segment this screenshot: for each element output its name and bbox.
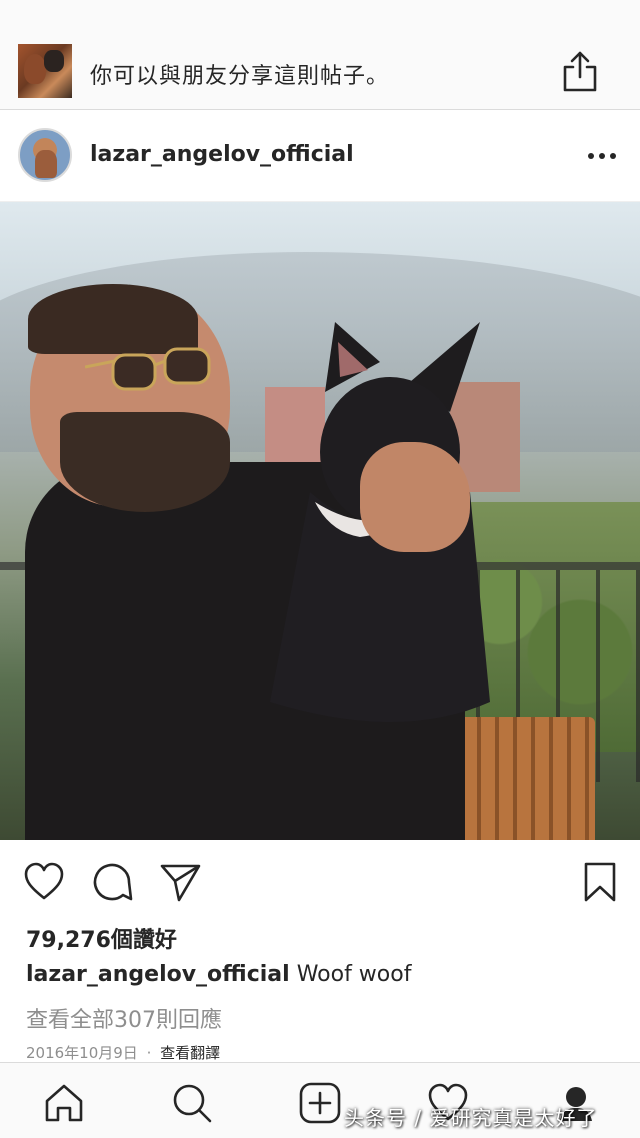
share-banner: 你可以與朋友分享這則帖子。 [0, 0, 640, 110]
post-date: 2016年10月9日 [26, 1044, 138, 1062]
home-icon[interactable] [42, 1081, 86, 1125]
search-icon[interactable] [170, 1081, 214, 1125]
view-all-comments-link[interactable]: 查看全部307則回應 [26, 1002, 222, 1034]
heart-icon[interactable] [22, 860, 66, 904]
post-caption: lazar_angelov_official Woof woof [26, 962, 411, 987]
post-meta: 2016年10月9日 · 查看翻譯 [26, 1042, 220, 1063]
post-thumbnail [18, 44, 72, 98]
share-upload-icon[interactable] [560, 50, 600, 94]
share-prompt-text: 你可以與朋友分享這則帖子。 [90, 64, 390, 89]
more-horizontal-icon[interactable] [585, 144, 619, 168]
see-translation-link[interactable]: 查看翻譯 [160, 1044, 220, 1062]
post-header: lazar_angelov_official [0, 110, 640, 202]
post-username[interactable]: lazar_angelov_official [90, 142, 354, 167]
avatar[interactable] [18, 128, 72, 182]
add-post-icon[interactable] [298, 1081, 342, 1125]
post-photo[interactable] [0, 202, 640, 840]
like-count[interactable]: 79,276個讚好 [26, 922, 177, 954]
comment-icon[interactable] [91, 860, 135, 904]
post-actions [0, 840, 640, 922]
meta-separator: · [146, 1044, 152, 1062]
paper-plane-icon[interactable] [158, 860, 202, 904]
caption-text: Woof woof [296, 962, 412, 987]
watermark-text: 头条号 / 爱研究真是太好了 [344, 1106, 598, 1130]
sunglasses [85, 347, 211, 391]
bookmark-icon[interactable] [578, 860, 622, 904]
caption-username[interactable]: lazar_angelov_official [26, 962, 290, 987]
